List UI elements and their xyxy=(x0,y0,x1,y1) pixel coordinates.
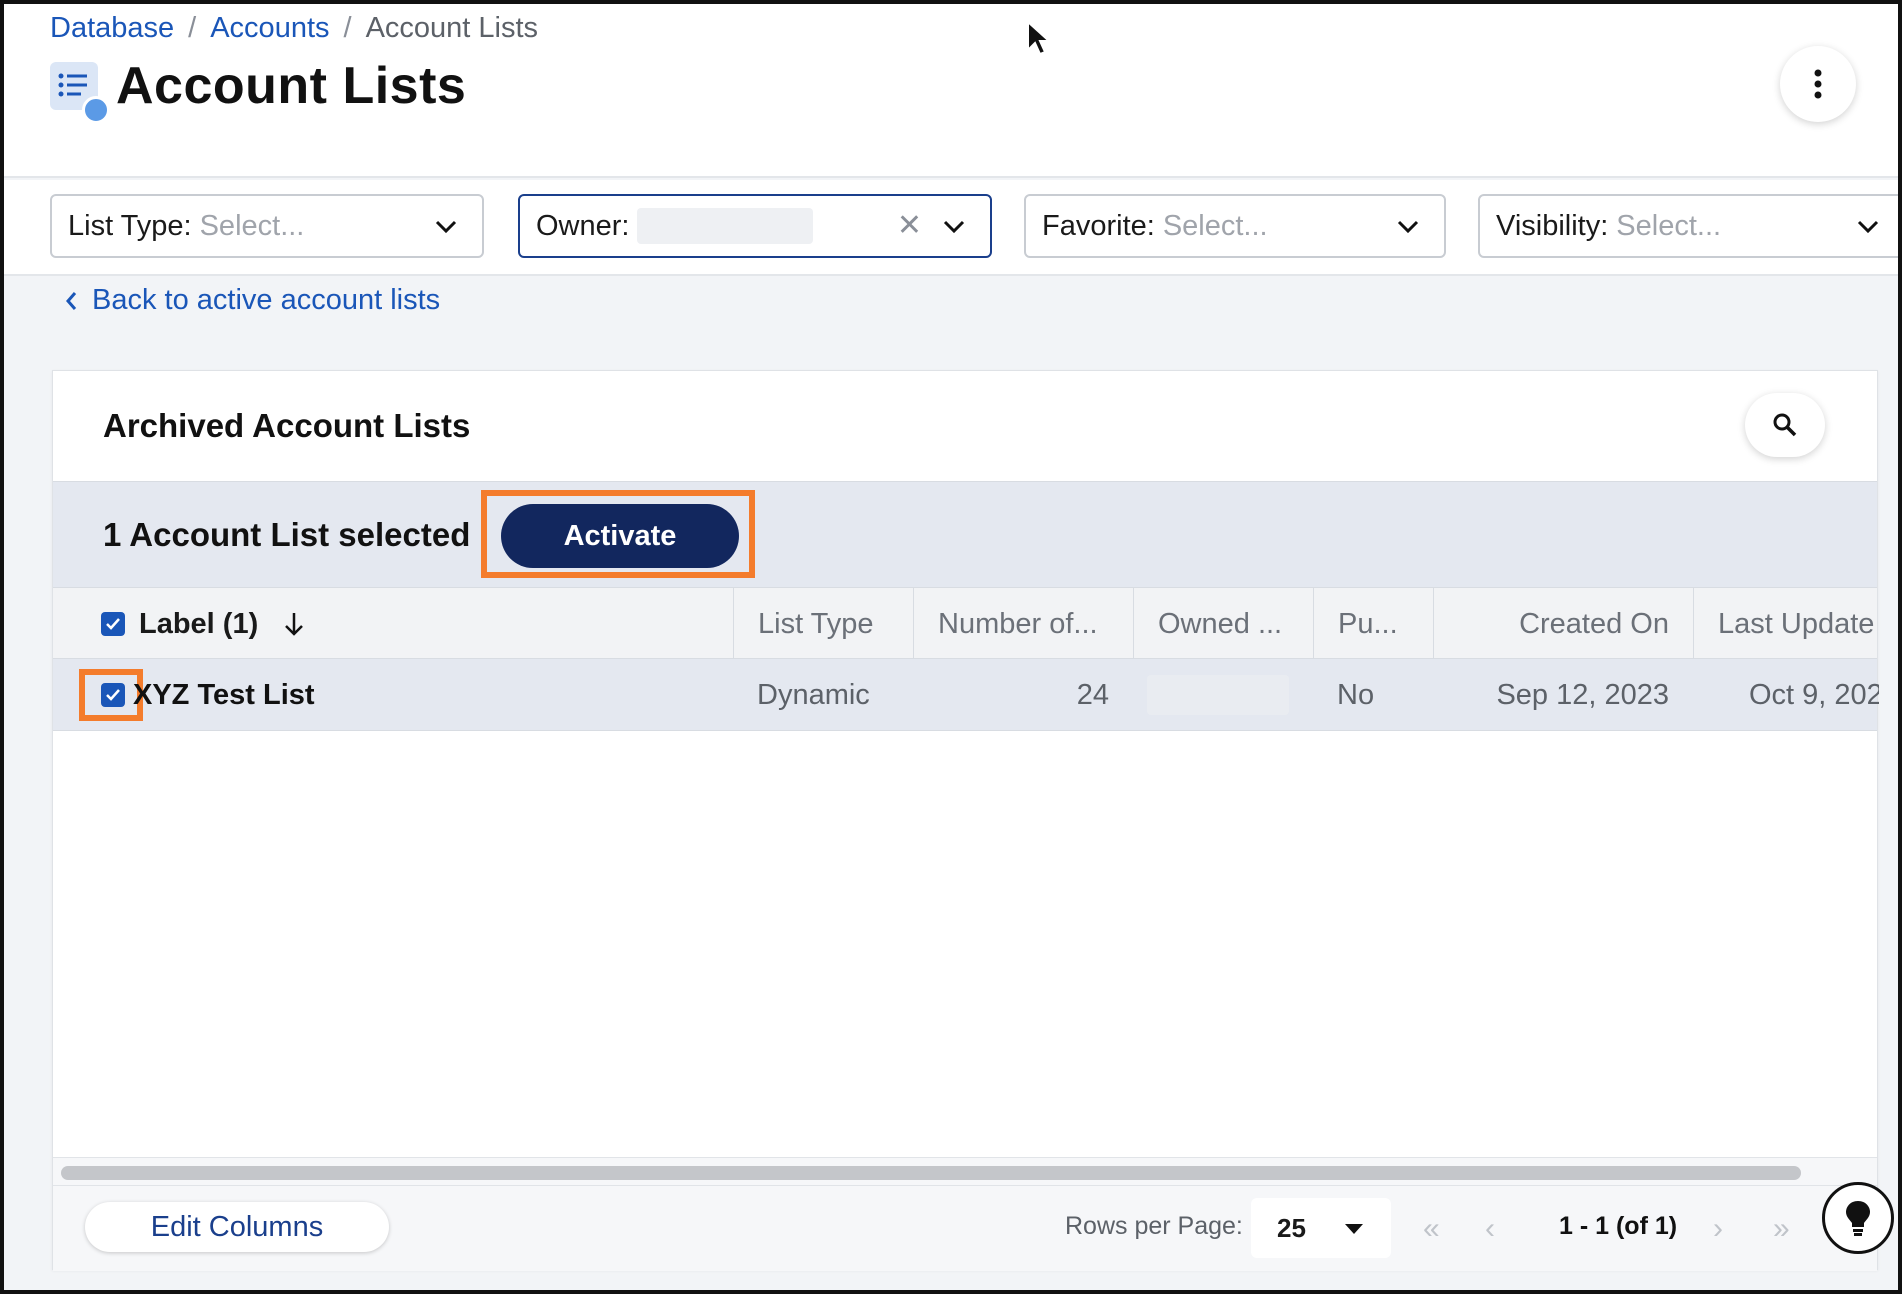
select-all-checkbox[interactable] xyxy=(101,612,125,636)
archived-lists-card: Archived Account Lists 1 Account List se… xyxy=(52,370,1879,1271)
search-button[interactable] xyxy=(1745,393,1825,457)
last-page-icon[interactable]: » xyxy=(1773,1212,1790,1246)
filter-bar: List Type: Select... Owner: ✕ Favorite: … xyxy=(4,180,1898,276)
filter-placeholder: Select... xyxy=(199,209,305,242)
chevron-down-icon xyxy=(435,220,457,234)
breadcrumb-account-lists: Account Lists xyxy=(365,12,539,44)
breadcrumb-accounts[interactable]: Accounts xyxy=(210,12,329,45)
row-checkbox[interactable] xyxy=(101,683,125,707)
breadcrumb-separator: / xyxy=(188,12,197,44)
checkmark-icon xyxy=(106,618,120,630)
checkmark-icon xyxy=(106,689,120,701)
pagination-range: 1 - 1 (of 1) xyxy=(1559,1212,1678,1240)
rows-per-page-value: 25 xyxy=(1277,1212,1306,1243)
chevron-down-icon xyxy=(1857,220,1879,234)
list-icon xyxy=(50,62,110,124)
first-page-icon[interactable]: « xyxy=(1423,1212,1440,1246)
owner-redacted xyxy=(1147,675,1289,715)
breadcrumb: Database / Accounts / Account Lists xyxy=(50,12,538,45)
edit-columns-button[interactable]: Edit Columns xyxy=(85,1202,389,1252)
horizontal-scrollbar[interactable] xyxy=(53,1157,1877,1185)
kebab-icon xyxy=(1814,69,1822,99)
activate-button[interactable]: Activate xyxy=(501,504,739,568)
table-footer: Edit Columns Rows per Page: 25 « ‹ 1 - 1… xyxy=(53,1185,1877,1271)
page-title: Account Lists xyxy=(116,57,467,115)
list-type-filter[interactable]: List Type: Select... xyxy=(50,194,484,258)
visibility-filter[interactable]: Visibility: Select... xyxy=(1478,194,1898,258)
column-header-text: Label (1) xyxy=(139,607,259,640)
column-header-owned[interactable]: Owned ... xyxy=(1133,588,1313,660)
chevron-down-icon xyxy=(1397,220,1419,234)
more-options-button[interactable] xyxy=(1780,46,1856,122)
caret-down-icon xyxy=(1345,1224,1363,1234)
table-row[interactable]: XYZ Test List Dynamic 24 No Sep 12, 2023… xyxy=(53,659,1879,731)
column-header-number[interactable]: Number of... xyxy=(913,588,1133,660)
column-header-label[interactable]: Label (1) xyxy=(53,588,733,660)
card-title: Archived Account Lists xyxy=(103,407,471,444)
previous-page-icon[interactable]: ‹ xyxy=(1485,1212,1495,1246)
rows-per-page-label: Rows per Page: xyxy=(1065,1212,1243,1240)
next-page-icon[interactable]: › xyxy=(1713,1212,1723,1246)
sort-arrow-down-icon[interactable] xyxy=(282,610,306,638)
rows-per-page-select[interactable]: 25 xyxy=(1251,1198,1391,1258)
card-header: Archived Account Lists xyxy=(53,371,1877,481)
breadcrumb-database[interactable]: Database xyxy=(50,12,174,45)
row-label-cell: XYZ Test List xyxy=(53,659,733,731)
breadcrumb-separator: / xyxy=(343,12,352,44)
row-list-type: Dynamic xyxy=(757,678,870,711)
owner-value-redacted xyxy=(637,208,814,244)
chevron-left-icon xyxy=(66,291,77,310)
filter-label: List Type: xyxy=(68,209,192,242)
title-row: Account Lists xyxy=(50,56,467,124)
column-header-last-updated[interactable]: Last Update xyxy=(1693,588,1879,660)
lightbulb-icon xyxy=(1846,1201,1870,1236)
clear-icon[interactable]: ✕ xyxy=(897,208,922,243)
filter-placeholder: Select... xyxy=(1616,209,1722,242)
scrollbar-thumb[interactable] xyxy=(61,1166,1801,1180)
selection-bar: 1 Account List selected Activate xyxy=(53,481,1877,587)
filter-label: Owner: xyxy=(536,209,630,242)
column-header-public[interactable]: Pu... xyxy=(1313,588,1433,660)
mouse-cursor-icon xyxy=(1027,20,1052,56)
building-badge-icon xyxy=(82,96,110,124)
page-header: Database / Accounts / Account Lists Acco… xyxy=(4,4,1898,178)
filter-placeholder: Select... xyxy=(1162,209,1268,242)
row-label[interactable]: XYZ Test List xyxy=(133,679,315,712)
row-owner-cell xyxy=(1133,659,1313,731)
table-header: Label (1) List Type Number of... Owned .… xyxy=(53,587,1879,660)
help-button[interactable] xyxy=(1822,1182,1894,1254)
chevron-down-icon xyxy=(943,220,965,234)
filter-label: Visibility: xyxy=(1496,209,1609,242)
favorite-filter[interactable]: Favorite: Select... xyxy=(1024,194,1446,258)
back-link-label: Back to active account lists xyxy=(92,284,441,316)
row-created-on: Sep 12, 2023 xyxy=(1496,678,1669,711)
selection-count: 1 Account List selected xyxy=(103,516,471,553)
owner-filter[interactable]: Owner: ✕ xyxy=(518,194,992,258)
row-last-updated: Oct 9, 202 xyxy=(1749,678,1879,711)
search-icon xyxy=(1773,413,1797,437)
row-public: No xyxy=(1337,678,1375,711)
back-to-active-link[interactable]: Back to active account lists xyxy=(64,284,440,317)
app-window: Database / Accounts / Account Lists Acco… xyxy=(0,0,1902,1294)
row-number: 24 xyxy=(1076,678,1109,711)
column-header-created-on[interactable]: Created On xyxy=(1433,588,1693,660)
column-header-list-type[interactable]: List Type xyxy=(733,588,913,660)
filter-label: Favorite: xyxy=(1042,209,1155,242)
